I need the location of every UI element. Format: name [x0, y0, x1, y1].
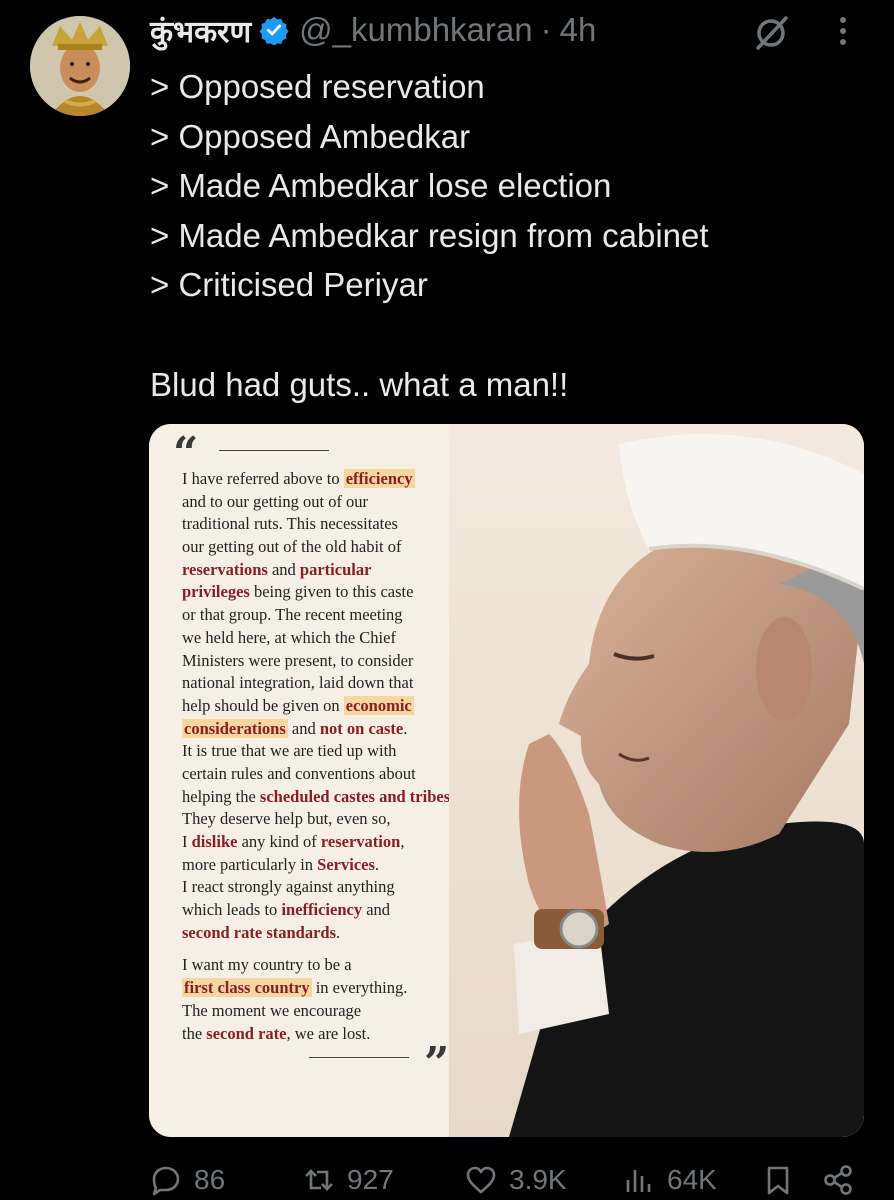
repost-icon: [305, 1169, 333, 1191]
share-icon: [824, 1165, 852, 1195]
tweet-text: > Opposed reservation > Opposed Ambedkar…: [150, 62, 709, 410]
repost-button[interactable]: 927: [303, 1160, 394, 1200]
display-name[interactable]: कुंभकरण: [150, 10, 251, 51]
reply-count: 86: [194, 1164, 226, 1195]
reply-button[interactable]: 86: [150, 1160, 225, 1200]
timestamp[interactable]: 4h: [560, 11, 597, 49]
separator-dot: ·: [540, 11, 552, 48]
user-handle[interactable]: @_kumbhkaran: [299, 11, 532, 49]
views-count: 64K: [667, 1164, 717, 1195]
tweet-line: > Opposed reservation: [150, 68, 485, 105]
grok-icon[interactable]: [752, 14, 790, 52]
like-count: 3.9K: [509, 1164, 567, 1195]
portrait-photo: [449, 424, 864, 1137]
more-options-icon[interactable]: [833, 14, 853, 48]
divider: [219, 450, 329, 451]
quote-close-mark: ”: [424, 1038, 450, 1089]
heart-icon: [466, 1166, 496, 1194]
reply-icon: [152, 1166, 180, 1196]
share-button[interactable]: [822, 1160, 854, 1200]
tweet-actions: 86 927 3.9K 64K: [150, 1160, 870, 1200]
tweet-line: > Made Ambedkar resign from cabinet: [150, 216, 709, 254]
repost-count: 927: [347, 1164, 394, 1195]
divider: [309, 1057, 409, 1058]
bookmark-button[interactable]: [762, 1160, 794, 1200]
tweet-closing-line: Blud had guts.. what a man!!: [150, 365, 569, 403]
tweet-line: > Criticised Periyar: [150, 266, 428, 304]
bookmark-icon: [767, 1166, 789, 1195]
views-button[interactable]: 64K: [623, 1160, 717, 1200]
views-icon: [626, 1170, 651, 1192]
tweet-line: > Made Ambedkar lose election: [150, 167, 612, 205]
verified-badge-icon: [259, 15, 289, 46]
tweet-line: > Opposed Ambedkar: [150, 117, 471, 155]
avatar[interactable]: [30, 16, 130, 116]
like-button[interactable]: 3.9K: [465, 1160, 567, 1200]
tweet-header: कुंभकरण @_kumbhkaran · 4h: [150, 10, 596, 50]
tweet-media-image[interactable]: “ I have referred above to efficiency an…: [149, 424, 864, 1137]
